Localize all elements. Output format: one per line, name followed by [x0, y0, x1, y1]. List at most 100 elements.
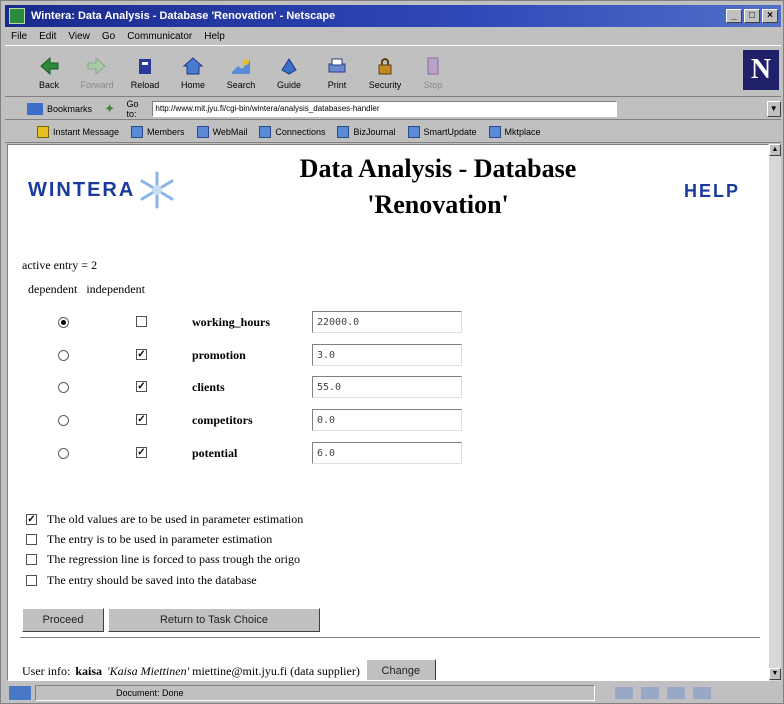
proceed-button[interactable]: Proceed [22, 608, 104, 632]
discussions-tray-icon[interactable] [667, 687, 685, 699]
pb-members[interactable]: Members [131, 125, 185, 138]
bookmark-folder-icon [131, 125, 144, 138]
wintera-logo: WINTERA [28, 170, 177, 210]
reload-button[interactable]: Reload [121, 48, 169, 96]
print-button[interactable]: Print [313, 48, 361, 96]
goto-label: Go to: [126, 98, 139, 119]
column-headers: dependent independent [28, 282, 151, 297]
scroll-down-button[interactable]: ▼ [769, 668, 781, 680]
param-value-input[interactable] [312, 376, 462, 398]
pb-bizjournal[interactable]: BizJournal [337, 125, 396, 138]
independent-checkbox[interactable]: ✓ [136, 381, 147, 392]
independent-header: independent [86, 282, 145, 296]
composer-tray-icon[interactable] [693, 687, 711, 699]
navigator-tray-icon[interactable] [615, 687, 633, 699]
home-icon [182, 57, 204, 75]
vertical-scrollbar[interactable]: ▲ ▼ [769, 144, 781, 681]
forward-arrow-icon [87, 56, 106, 76]
pb-instant-message[interactable]: Instant Message [37, 125, 119, 138]
url-dropdown-button[interactable]: ▼ [766, 100, 781, 117]
bookmarks-button[interactable]: Bookmarks [47, 104, 92, 114]
browser-window: Wintera: Data Analysis - Database 'Renov… [0, 0, 784, 704]
option-checkbox[interactable] [26, 553, 37, 565]
pb-label: Connections [275, 126, 326, 137]
navigation-toolbar: Back Forward Reload Home Search Guide Pr… [5, 45, 781, 97]
param-name: competitors [192, 413, 253, 427]
search-button[interactable]: Search [217, 48, 265, 96]
help-link[interactable]: HELP [684, 181, 740, 202]
guide-button[interactable]: Guide [265, 48, 313, 96]
close-button[interactable]: × [762, 9, 778, 23]
option-checkbox[interactable]: ✓ [26, 513, 37, 525]
menu-file[interactable]: File [11, 31, 27, 42]
menu-view[interactable]: View [68, 31, 90, 42]
stop-label: Stop [423, 80, 443, 90]
independent-checkbox[interactable]: ✓ [136, 447, 147, 458]
option-label: The entry is to be used in parameter est… [47, 531, 273, 546]
netscape-logo[interactable]: N [743, 50, 779, 90]
pb-label: SmartUpdate [423, 126, 477, 137]
reload-label: Reload [130, 80, 160, 90]
pb-mktplace[interactable]: Mktplace [488, 125, 541, 138]
security-button[interactable]: Security [361, 48, 409, 96]
menu-communicator[interactable]: Communicator [127, 31, 192, 42]
independent-checkbox[interactable]: ✓ [136, 414, 147, 425]
dependent-radio[interactable] [58, 317, 69, 328]
security-status-icon[interactable] [9, 686, 31, 700]
location-page-icon[interactable]: ✦ [104, 101, 116, 116]
user-info: User info: kaisa 'Kaisa Miettinen' miett… [22, 659, 436, 680]
forward-button[interactable]: Forward [73, 48, 121, 96]
user-id: kaisa [75, 663, 103, 678]
pb-webmail[interactable]: WebMail [196, 125, 247, 138]
option-label: The entry should be saved into the datab… [47, 572, 257, 587]
param-name: clients [192, 380, 225, 394]
option-use-entry: The entry is to be used in parameter est… [26, 530, 272, 548]
param-value-input[interactable] [312, 311, 462, 333]
param-value-input[interactable] [312, 442, 462, 464]
logo-text: WINTERA [28, 178, 136, 201]
location-bar: Bookmarks ✦ Go to: ▼ [5, 98, 781, 120]
pb-connections[interactable]: Connections [259, 125, 326, 138]
bookmark-folder-icon [488, 125, 501, 138]
return-to-task-choice-button[interactable]: Return to Task Choice [108, 608, 320, 632]
param-value-input[interactable] [312, 344, 462, 366]
independent-checkbox[interactable] [136, 316, 147, 327]
param-row-working-hours: working_hours [8, 311, 508, 335]
param-row-competitors: ✓ competitors [8, 409, 508, 433]
page-title: Data Analysis - Database 'Renovation' [248, 151, 628, 223]
search-icon [232, 59, 250, 74]
mail-tray-icon[interactable] [641, 687, 659, 699]
print-label: Print [327, 80, 347, 90]
bookmark-folder-icon [337, 125, 350, 138]
menu-go[interactable]: Go [102, 31, 115, 42]
home-button[interactable]: Home [169, 48, 217, 96]
param-row-potential: ✓ potential [8, 442, 508, 466]
independent-checkbox[interactable]: ✓ [136, 349, 147, 360]
divider [20, 637, 760, 639]
dependent-radio[interactable] [58, 415, 69, 426]
user-name: 'Kaisa Miettinen' [107, 663, 190, 678]
dependent-radio[interactable] [58, 448, 69, 459]
maximize-button[interactable]: □ [744, 9, 760, 23]
option-checkbox[interactable] [26, 533, 37, 545]
stop-button[interactable]: Stop [409, 48, 457, 96]
menu-help[interactable]: Help [204, 31, 225, 42]
param-name: working_hours [192, 315, 271, 329]
pb-label: Members [147, 126, 185, 137]
change-button[interactable]: Change [365, 659, 436, 680]
pb-smartupdate[interactable]: SmartUpdate [407, 125, 477, 138]
param-value-input[interactable] [312, 409, 462, 431]
personal-toolbar: Instant Message Members WebMail Connecti… [5, 121, 781, 143]
minimize-button[interactable]: _ [726, 9, 742, 23]
param-row-promotion: ✓ promotion [8, 344, 508, 368]
back-button[interactable]: Back [25, 48, 73, 96]
stop-icon [427, 57, 439, 75]
scroll-up-button[interactable]: ▲ [769, 144, 781, 156]
security-label: Security [368, 80, 402, 90]
dependent-radio[interactable] [58, 350, 69, 361]
option-checkbox[interactable] [26, 574, 37, 586]
url-input[interactable] [152, 100, 617, 117]
menu-edit[interactable]: Edit [39, 31, 56, 42]
dependent-radio[interactable] [58, 382, 69, 393]
bookmark-folder-icon [196, 125, 209, 138]
